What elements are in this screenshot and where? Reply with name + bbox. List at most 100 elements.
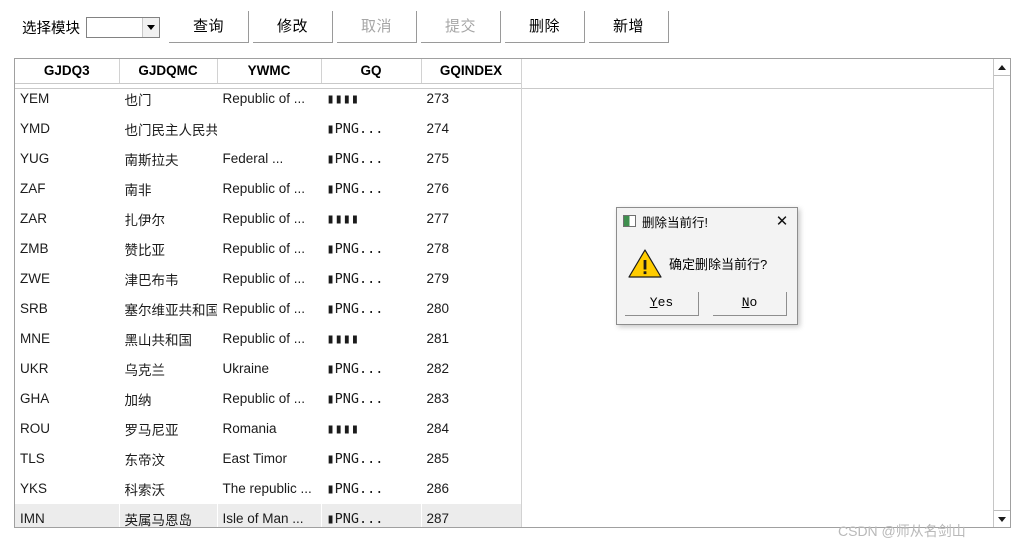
table-cell-gq[interactable]: ▮▮▮▮ — [321, 203, 422, 234]
table-cell-ywmc[interactable]: Isle of Man ... — [217, 503, 322, 527]
table-cell-gqindex[interactable]: 280 — [421, 293, 522, 324]
add-button[interactable]: 新增 — [589, 11, 669, 43]
table-cell-ywmc[interactable]: Ukraine — [217, 353, 322, 384]
table-cell-gjdqmc[interactable]: 塞尔维亚共和国 — [119, 293, 218, 324]
table-cell-ywmc[interactable] — [217, 113, 322, 144]
close-icon[interactable]: ✕ — [769, 210, 795, 232]
table-cell-ywmc[interactable]: Republic of ... — [217, 383, 322, 414]
table-cell-gq[interactable]: ▮▮▮▮ — [321, 323, 422, 354]
query-button[interactable]: 查询 — [169, 11, 249, 43]
table-cell-gqindex[interactable]: 286 — [421, 473, 522, 504]
table-cell-gjdq3[interactable]: ZWE — [15, 263, 120, 294]
table-cell-gqindex[interactable]: 283 — [421, 383, 522, 414]
column-header-gqindex[interactable]: GQINDEX — [421, 59, 522, 84]
table-cell-gjdq3[interactable]: ZMB — [15, 233, 120, 264]
table-cell-gjdqmc[interactable]: 东帝汶 — [119, 443, 218, 474]
table-cell-gjdq3[interactable]: SRB — [15, 293, 120, 324]
table-cell-gjdq3[interactable]: ZAR — [15, 203, 120, 234]
table-cell-ywmc[interactable]: Republic of ... — [217, 203, 322, 234]
table-cell-gq[interactable]: ▮PNG... — [321, 293, 422, 324]
table-cell-gq[interactable]: ▮PNG... — [321, 143, 422, 174]
table-cell-gq[interactable]: ▮PNG... — [321, 473, 422, 504]
table-row[interactable]: IMN 英属马恩岛 Isle of Man ... ▮PNG... 287 — [15, 503, 522, 527]
column-header-gjdq3[interactable]: GJDQ3 — [15, 59, 120, 84]
data-grid[interactable]: GJDQ3 GJDQMC YWMC GQ GQINDEX YEM 也门 Republ… — [15, 59, 993, 527]
modify-button[interactable]: 修改 — [253, 11, 333, 43]
table-row[interactable]: ROU 罗马尼亚 Romania ▮▮▮▮ 284 — [15, 413, 522, 444]
table-cell-ywmc[interactable]: Romania — [217, 413, 322, 444]
table-cell-gjdq3[interactable]: ZAF — [15, 173, 120, 204]
table-cell-gqindex[interactable]: 277 — [421, 203, 522, 234]
table-cell-gjdq3[interactable]: GHA — [15, 383, 120, 414]
table-cell-gq[interactable]: ▮PNG... — [321, 383, 422, 414]
table-cell-gjdq3[interactable]: MNE — [15, 323, 120, 354]
vertical-scrollbar[interactable] — [993, 59, 1010, 527]
table-cell-gjdqmc[interactable]: 罗马尼亚 — [119, 413, 218, 444]
table-cell-gjdq3[interactable]: IMN — [15, 503, 120, 527]
table-row[interactable]: TLS 东帝汶 East Timor ▮PNG... 285 — [15, 443, 522, 474]
table-cell-gjdq3[interactable]: YUG — [15, 143, 120, 174]
table-cell-gjdqmc[interactable]: 也门民主人民共... — [119, 113, 218, 144]
delete-button[interactable]: 删除 — [505, 11, 585, 43]
table-row[interactable]: UKR 乌克兰 Ukraine ▮PNG... 282 — [15, 353, 522, 384]
table-cell-gq[interactable]: ▮PNG... — [321, 443, 422, 474]
table-cell-ywmc[interactable]: Republic of ... — [217, 323, 322, 354]
table-cell-ywmc[interactable]: East Timor — [217, 443, 322, 474]
table-cell-gjdq3[interactable]: ROU — [15, 413, 120, 444]
table-cell-gqindex[interactable]: 275 — [421, 143, 522, 174]
table-cell-gq[interactable]: ▮PNG... — [321, 113, 422, 144]
table-cell-gqindex[interactable]: 278 — [421, 233, 522, 264]
table-cell-ywmc[interactable]: Federal ... — [217, 143, 322, 174]
table-cell-gq[interactable]: ▮PNG... — [321, 173, 422, 204]
table-cell-gjdqmc[interactable]: 黑山共和国 — [119, 323, 218, 354]
table-cell-gq[interactable]: ▮PNG... — [321, 353, 422, 384]
table-cell-gjdqmc[interactable]: 加纳 — [119, 383, 218, 414]
module-select[interactable] — [86, 16, 160, 38]
table-cell-gjdqmc[interactable]: 赞比亚 — [119, 233, 218, 264]
table-cell-gjdq3[interactable]: YMD — [15, 113, 120, 144]
column-header-gjdqmc[interactable]: GJDQMC — [119, 59, 218, 84]
column-header-gq[interactable]: GQ — [321, 59, 422, 84]
scroll-up-arrow-icon[interactable] — [994, 59, 1010, 76]
chevron-down-icon[interactable] — [142, 17, 159, 37]
table-row[interactable]: ZAR 扎伊尔 Republic of ... ▮▮▮▮ 277 — [15, 203, 522, 234]
table-cell-ywmc[interactable]: The republic ... — [217, 473, 322, 504]
yes-button[interactable]: Yes — [625, 292, 699, 316]
table-cell-gqindex[interactable]: 274 — [421, 113, 522, 144]
table-cell-gjdq3[interactable]: YKS — [15, 473, 120, 504]
table-row[interactable]: MNE 黑山共和国 Republic of ... ▮▮▮▮ 281 — [15, 323, 522, 354]
table-cell-gqindex[interactable]: 281 — [421, 323, 522, 354]
table-cell-gqindex[interactable]: 285 — [421, 443, 522, 474]
table-row[interactable]: ZMB 赞比亚 Republic of ... ▮PNG... 278 — [15, 233, 522, 264]
table-cell-gq[interactable]: ▮PNG... — [321, 503, 422, 527]
scroll-down-arrow-icon[interactable] — [994, 510, 1010, 527]
table-row[interactable]: GHA 加纳 Republic of ... ▮PNG... 283 — [15, 383, 522, 414]
column-header-ywmc[interactable]: YWMC — [217, 59, 322, 84]
table-cell-ywmc[interactable]: Republic of ... — [217, 233, 322, 264]
table-cell-gqindex[interactable]: 287 — [421, 503, 522, 527]
table-cell-gjdq3[interactable]: UKR — [15, 353, 120, 384]
table-cell-gjdqmc[interactable]: 津巴布韦 — [119, 263, 218, 294]
table-cell-gq[interactable]: ▮PNG... — [321, 263, 422, 294]
table-cell-ywmc[interactable]: Republic of ... — [217, 263, 322, 294]
table-row[interactable]: YKS 科索沃 The republic ... ▮PNG... 286 — [15, 473, 522, 504]
table-cell-gqindex[interactable]: 284 — [421, 413, 522, 444]
table-cell-gjdqmc[interactable]: 科索沃 — [119, 473, 218, 504]
table-row[interactable]: YUG 南斯拉夫 Federal ... ▮PNG... 275 — [15, 143, 522, 174]
table-cell-gjdqmc[interactable]: 乌克兰 — [119, 353, 218, 384]
table-cell-gq[interactable]: ▮PNG... — [321, 233, 422, 264]
table-cell-gjdqmc[interactable]: 英属马恩岛 — [119, 503, 218, 527]
table-cell-gqindex[interactable]: 279 — [421, 263, 522, 294]
table-cell-gjdqmc[interactable]: 南斯拉夫 — [119, 143, 218, 174]
table-cell-gq[interactable]: ▮▮▮▮ — [321, 413, 422, 444]
table-cell-gqindex[interactable]: 276 — [421, 173, 522, 204]
table-cell-gjdqmc[interactable]: 扎伊尔 — [119, 203, 218, 234]
table-row[interactable]: ZAF 南非 Republic of ... ▮PNG... 276 — [15, 173, 522, 204]
no-button[interactable]: No — [713, 292, 787, 316]
table-cell-gjdqmc[interactable]: 南非 — [119, 173, 218, 204]
table-cell-gqindex[interactable]: 282 — [421, 353, 522, 384]
table-row[interactable]: SRB 塞尔维亚共和国 Republic of ... ▮PNG... 280 — [15, 293, 522, 324]
table-cell-gjdq3[interactable]: TLS — [15, 443, 120, 474]
table-row[interactable]: YMD也门民主人民共... ▮PNG...274 — [15, 113, 522, 144]
table-cell-ywmc[interactable]: Republic of ... — [217, 293, 322, 324]
